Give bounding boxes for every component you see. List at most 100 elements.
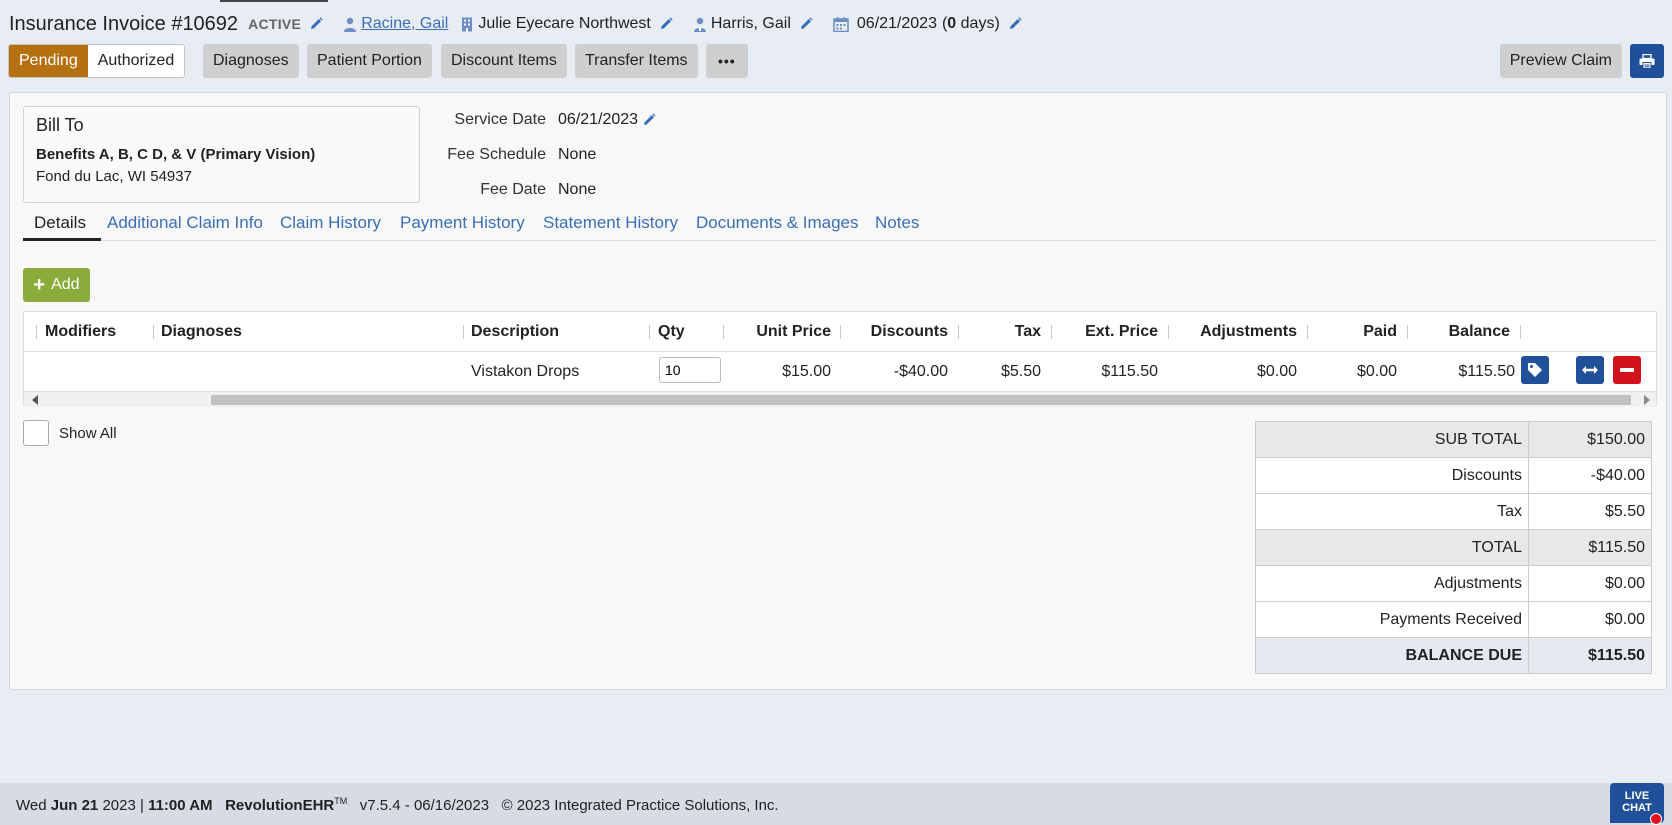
tab-statement-history[interactable]: Statement History	[543, 213, 678, 233]
fee-schedule-label: Fee Schedule	[447, 146, 546, 163]
column-separator	[1168, 325, 1169, 339]
more-button[interactable]: •••	[706, 44, 748, 78]
row-description: Vistakon Drops	[471, 363, 580, 380]
col-description[interactable]: Description	[471, 323, 559, 341]
column-separator	[723, 325, 724, 339]
payments-row: Payments Received $0.00	[1255, 601, 1652, 638]
edit-date-pencil-icon[interactable]	[1008, 17, 1022, 31]
col-diagnoses[interactable]: Diagnoses	[161, 323, 242, 341]
tax-label: Tax	[1255, 493, 1529, 530]
footer-time: 11:00 AM	[148, 797, 213, 814]
service-date-label: Service Date	[454, 111, 546, 128]
col-ext-price[interactable]: Ext. Price	[1085, 323, 1158, 341]
patient-group: Racine, Gail	[343, 15, 448, 33]
detail-tabs: Details Additional Claim Info Claim Hist…	[23, 207, 1657, 241]
arrows-horizontal-icon	[1582, 366, 1598, 374]
tag-icon	[1528, 363, 1542, 377]
column-separator	[840, 325, 841, 339]
edit-location-pencil-icon[interactable]	[659, 17, 673, 31]
column-separator	[36, 325, 37, 339]
total-value: $115.50	[1528, 529, 1652, 566]
col-tax[interactable]: Tax	[1015, 323, 1041, 341]
footer-version: v7.5.4 - 06/16/2023	[359, 797, 490, 814]
scrollbar-thumb[interactable]	[211, 395, 1631, 405]
row-balance: $115.50	[1458, 363, 1515, 380]
footer-separator: |	[140, 797, 144, 814]
column-separator	[1520, 325, 1521, 339]
show-all-checkbox[interactable]	[23, 420, 49, 446]
adjustments-value: $0.00	[1528, 565, 1652, 602]
edit-provider-pencil-icon[interactable]	[799, 17, 813, 31]
live-chat-button[interactable]: LIVE CHAT	[1610, 783, 1664, 825]
scroll-right-arrow-icon[interactable]	[1644, 395, 1650, 405]
sub-total-label: SUB TOTAL	[1255, 421, 1529, 458]
horizontal-scrollbar[interactable]	[24, 391, 1656, 407]
col-adjustments[interactable]: Adjustments	[1200, 323, 1297, 341]
location-group: Julie Eyecare Northwest	[460, 15, 673, 33]
transfer-items-button[interactable]: Transfer Items	[575, 44, 698, 78]
active-tab-indicator	[23, 238, 101, 241]
authorized-toggle[interactable]: Authorized	[88, 45, 184, 77]
column-separator	[958, 325, 959, 339]
balance-due-value: $115.50	[1528, 637, 1652, 674]
scroll-left-arrow-icon[interactable]	[32, 395, 38, 405]
tab-claim-history[interactable]: Claim History	[280, 213, 381, 233]
sub-total-row: SUB TOTAL $150.00	[1255, 421, 1652, 458]
tab-additional-claim-info[interactable]: Additional Claim Info	[107, 213, 263, 233]
col-unit-price[interactable]: Unit Price	[756, 323, 831, 341]
row-tax: $5.50	[1000, 363, 1041, 380]
add-button-label: Add	[51, 276, 80, 293]
balance-due-label: BALANCE DUE	[1255, 637, 1529, 674]
balance-due-row: BALANCE DUE $115.50	[1255, 637, 1652, 674]
adjustments-label: Adjustments	[1255, 565, 1529, 602]
chat-notification-dot	[1650, 813, 1662, 825]
show-all-control: Show All	[23, 420, 117, 446]
column-separator	[1051, 325, 1052, 339]
patient-portion-button[interactable]: Patient Portion	[307, 44, 432, 78]
fee-schedule-value: None	[558, 146, 597, 163]
bill-to-name: Benefits A, B, C D, & V (Primary Vision)	[36, 146, 316, 163]
split-item-button[interactable]	[1576, 356, 1604, 384]
row-qty-input[interactable]	[659, 357, 721, 383]
col-modifiers[interactable]: Modifiers	[45, 323, 116, 341]
col-paid[interactable]: Paid	[1363, 323, 1397, 341]
calendar-icon	[833, 16, 849, 32]
print-button[interactable]	[1630, 44, 1664, 78]
invoice-header: Insurance Invoice #10692 ACTIVE Racine, …	[9, 12, 1022, 36]
discount-items-button[interactable]: Discount Items	[441, 44, 567, 78]
adjustments-row: Adjustments $0.00	[1255, 565, 1652, 602]
payments-value: $0.00	[1528, 601, 1652, 638]
service-date-row: Service Date 06/21/2023	[430, 111, 656, 146]
col-balance[interactable]: Balance	[1449, 323, 1510, 341]
col-discounts[interactable]: Discounts	[871, 323, 948, 341]
remove-item-button[interactable]	[1613, 356, 1641, 384]
sub-total-value: $150.00	[1528, 421, 1652, 458]
column-separator	[463, 325, 464, 339]
column-separator	[1307, 325, 1308, 339]
add-item-button[interactable]: + Add	[23, 268, 90, 302]
status-toggle: Pending Authorized	[8, 44, 186, 78]
row-ext-price: $115.50	[1101, 363, 1158, 380]
footer-weekday: Wed	[16, 797, 47, 814]
tab-documents-images[interactable]: Documents & Images	[696, 213, 859, 233]
diagnoses-button[interactable]: Diagnoses	[203, 44, 299, 78]
discounts-label: Discounts	[1255, 457, 1529, 494]
invoice-panel: Bill To Benefits A, B, C D, & V (Primary…	[9, 92, 1667, 690]
tab-details[interactable]: Details	[34, 213, 86, 233]
preview-claim-button[interactable]: Preview Claim	[1499, 44, 1622, 78]
tab-notes[interactable]: Notes	[875, 213, 919, 233]
patient-link[interactable]: Racine, Gail	[361, 15, 448, 33]
col-qty[interactable]: Qty	[658, 323, 685, 341]
edit-service-date-pencil-icon[interactable]	[642, 113, 656, 127]
row-discounts: -$40.00	[893, 363, 948, 380]
payments-label: Payments Received	[1255, 601, 1529, 638]
pending-toggle[interactable]: Pending	[9, 45, 88, 77]
tab-payment-history[interactable]: Payment History	[400, 213, 525, 233]
service-date-value: 06/21/2023	[558, 111, 639, 128]
discount-tag-button[interactable]	[1521, 356, 1549, 384]
tax-value: $5.50	[1528, 493, 1652, 530]
location-name: Julie Eyecare Northwest	[478, 15, 651, 32]
edit-status-pencil-icon[interactable]	[309, 17, 323, 31]
service-info: Service Date 06/21/2023 Fee Schedule Non…	[430, 111, 656, 216]
footer-copyright: © 2023 Integrated Practice Solutions, In…	[501, 797, 779, 814]
